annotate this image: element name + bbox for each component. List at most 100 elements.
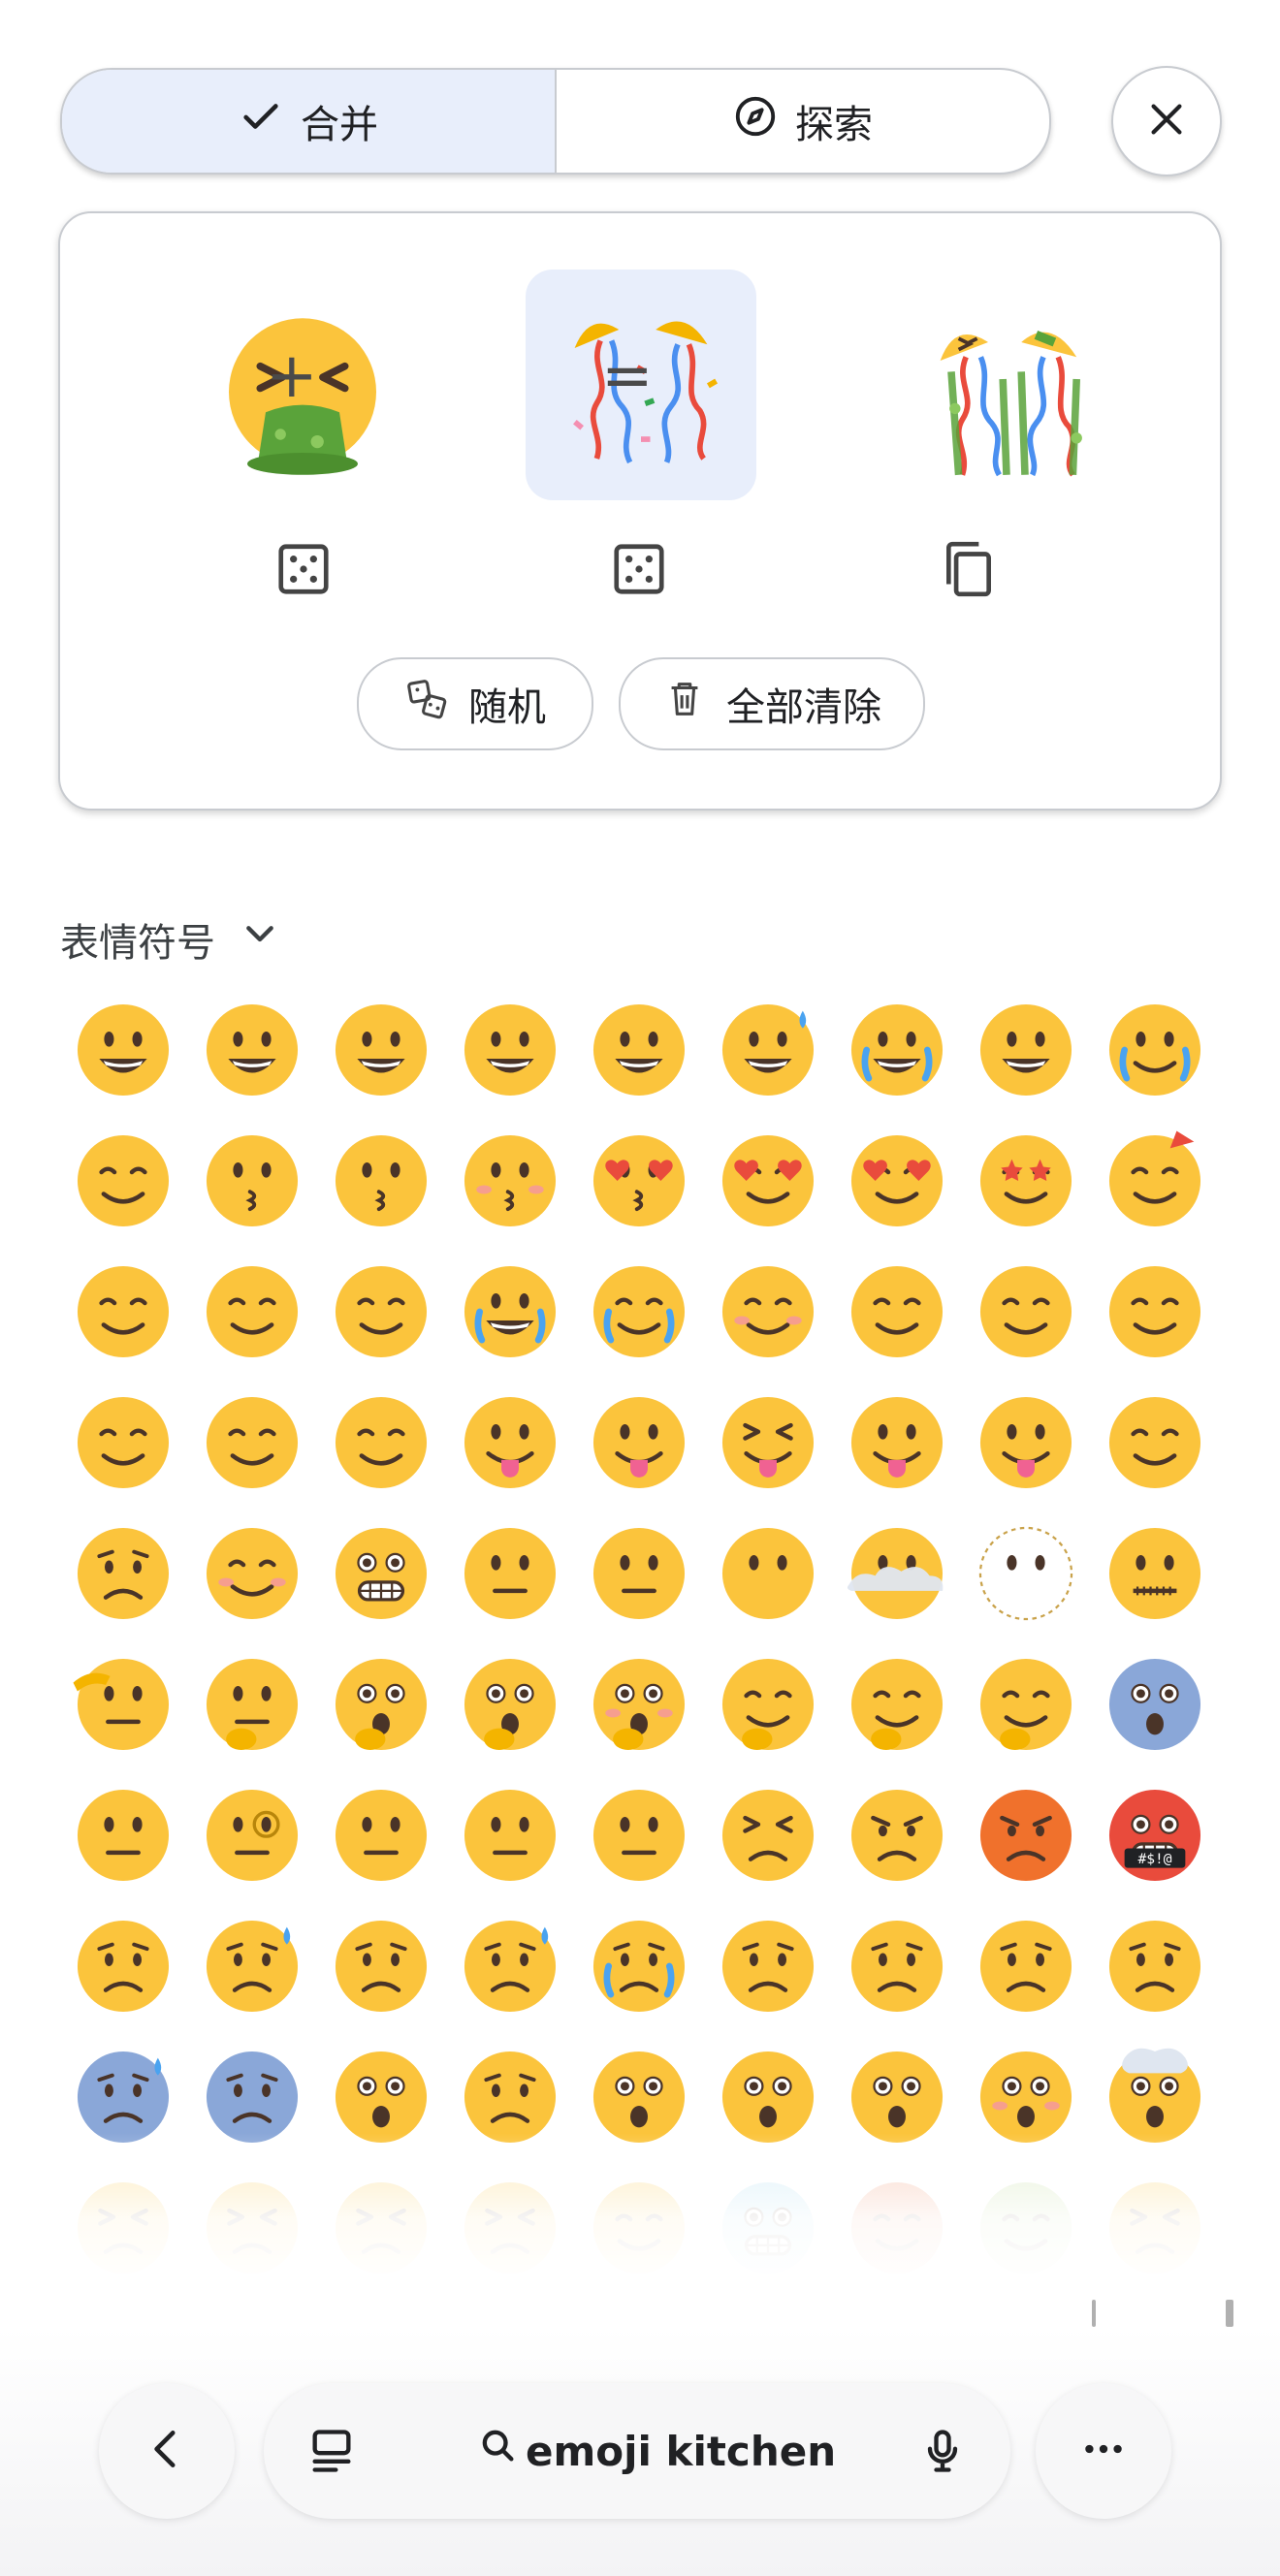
emoji-cell[interactable] <box>1098 993 1211 1106</box>
emoji-cell[interactable] <box>195 1385 308 1499</box>
emoji-cell[interactable] <box>582 1647 695 1761</box>
emoji-cell[interactable] <box>582 1909 695 2022</box>
mic-icon[interactable] <box>917 2426 968 2476</box>
emoji-cell[interactable] <box>582 1124 695 1237</box>
emoji-cell[interactable]: #$!@ <box>1098 1778 1211 1892</box>
emoji-cell[interactable] <box>324 993 437 1106</box>
emoji-cell[interactable] <box>195 1124 308 1237</box>
emoji-cell[interactable] <box>324 1385 437 1499</box>
emoji-cell[interactable] <box>66 1385 179 1499</box>
emoji-cell[interactable] <box>195 1647 308 1761</box>
emoji-cell[interactable] <box>969 1909 1082 2022</box>
emoji-cell[interactable] <box>66 993 179 1106</box>
emoji-cell[interactable] <box>840 993 953 1106</box>
emoji-cell[interactable] <box>582 1516 695 1630</box>
emoji-cell[interactable] <box>969 1516 1082 1630</box>
emoji-cell[interactable] <box>840 1516 953 1630</box>
sighing-icon <box>592 1789 685 1881</box>
emoji-cell[interactable] <box>1098 1516 1211 1630</box>
emoji-cell[interactable] <box>195 1778 308 1892</box>
plus-sign: + <box>266 340 318 412</box>
emoji-cell[interactable] <box>969 1647 1082 1761</box>
emoji-cell[interactable] <box>840 1124 953 1237</box>
back-button[interactable] <box>99 2383 235 2519</box>
emoji-cell[interactable] <box>324 1516 437 1630</box>
emoji-cell[interactable] <box>453 1516 566 1630</box>
emoji-cell[interactable] <box>582 993 695 1106</box>
emoji-cell[interactable] <box>453 993 566 1106</box>
emoji-cell[interactable] <box>453 1385 566 1499</box>
emoji-cell[interactable] <box>453 1778 566 1892</box>
zany-icon <box>979 1396 1072 1488</box>
emoji-cell[interactable] <box>840 1778 953 1892</box>
emoji-cell[interactable] <box>969 993 1082 1106</box>
emoji-cell[interactable] <box>66 1124 179 1237</box>
emoji-cell[interactable] <box>840 1255 953 1368</box>
emoji-cell[interactable] <box>711 1255 824 1368</box>
emoji-cell[interactable] <box>711 1124 824 1237</box>
emoji-cell[interactable] <box>711 1909 824 2022</box>
copy-result-button[interactable] <box>939 539 999 599</box>
emoji-cell[interactable] <box>711 1778 824 1892</box>
randomize-right-button[interactable] <box>609 539 669 599</box>
emoji-cell[interactable] <box>195 1516 308 1630</box>
dice-icon <box>273 544 334 603</box>
emoji-cell[interactable] <box>453 1909 566 2022</box>
emoji-cell[interactable] <box>1098 1647 1211 1761</box>
emoji-cell[interactable] <box>195 993 308 1106</box>
emoji-cell[interactable] <box>582 1778 695 1892</box>
emoji-cell[interactable] <box>840 1385 953 1499</box>
rage-icon <box>979 1789 1072 1881</box>
rofl-icon <box>979 1003 1072 1096</box>
tab-combine[interactable]: 合并 <box>62 70 557 173</box>
emoji-cell[interactable] <box>1098 1255 1211 1368</box>
emoji-cell[interactable] <box>711 1516 824 1630</box>
emoji-cell[interactable] <box>66 1516 179 1630</box>
smiling-hearts-icon <box>721 1134 814 1226</box>
emoji-cell[interactable] <box>1098 1385 1211 1499</box>
address-bar[interactable]: emoji kitchen <box>264 2383 1010 2519</box>
grin-icon <box>464 1003 556 1096</box>
emoji-cell[interactable] <box>324 1647 437 1761</box>
category-dropdown[interactable]: 表情符号 <box>60 911 279 968</box>
emoji-cell[interactable] <box>453 1124 566 1237</box>
tabs-icon[interactable] <box>306 2426 357 2476</box>
emoji-cell[interactable] <box>711 993 824 1106</box>
monocle-icon <box>206 1789 298 1881</box>
close-button[interactable] <box>1111 66 1222 176</box>
result-emoji-slot[interactable] <box>900 291 1113 504</box>
emoji-cell[interactable] <box>840 1647 953 1761</box>
emoji-cell[interactable] <box>969 1124 1082 1237</box>
emoji-cell[interactable] <box>1098 1909 1211 2022</box>
emoji-cell[interactable] <box>324 1255 437 1368</box>
tab-explore[interactable]: 探索 <box>557 70 1049 173</box>
smile-icon <box>335 1003 427 1096</box>
close-icon <box>1144 97 1189 145</box>
emoji-cell[interactable] <box>1098 1124 1211 1237</box>
emoji-cell[interactable] <box>66 1778 179 1892</box>
emoji-cell[interactable] <box>711 1385 824 1499</box>
emoji-cell[interactable] <box>195 1909 308 2022</box>
emoji-cell[interactable] <box>969 1778 1082 1892</box>
random-button[interactable]: 随机 <box>357 657 593 750</box>
emoji-cell[interactable] <box>324 1909 437 2022</box>
more-button[interactable] <box>1036 2383 1171 2519</box>
emoji-cell[interactable] <box>711 1647 824 1761</box>
dice-icon <box>609 544 669 603</box>
emoji-cell[interactable] <box>324 1124 437 1237</box>
clear-all-button[interactable]: 全部清除 <box>619 657 925 750</box>
emoji-cell[interactable] <box>582 1385 695 1499</box>
smiley-icon <box>206 1003 298 1096</box>
emoji-cell[interactable] <box>66 1909 179 2022</box>
emoji-cell[interactable] <box>969 1385 1082 1499</box>
emoji-cell[interactable] <box>453 1647 566 1761</box>
emoji-cell[interactable] <box>66 1255 179 1368</box>
emoji-cell[interactable] <box>195 1255 308 1368</box>
emoji-cell[interactable] <box>582 1255 695 1368</box>
emoji-cell[interactable] <box>840 1909 953 2022</box>
randomize-left-button[interactable] <box>273 539 334 599</box>
emoji-cell[interactable] <box>324 1778 437 1892</box>
emoji-cell[interactable] <box>453 1255 566 1368</box>
emoji-cell[interactable] <box>66 1647 179 1761</box>
emoji-cell[interactable] <box>969 1255 1082 1368</box>
